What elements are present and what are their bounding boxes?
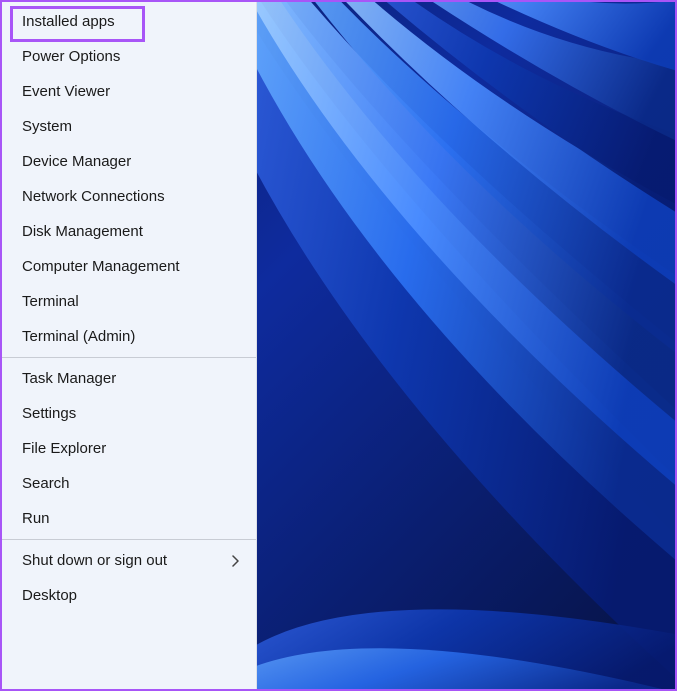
menu-item-label: Settings (22, 405, 76, 422)
menu-item-settings[interactable]: Settings (2, 396, 256, 431)
menu-item-label: Terminal (22, 293, 79, 310)
menu-item-installed-apps[interactable]: Installed apps (2, 4, 256, 39)
menu-item-task-manager[interactable]: Task Manager (2, 361, 256, 396)
menu-item-label: Device Manager (22, 153, 131, 170)
menu-item-system[interactable]: System (2, 109, 256, 144)
menu-item-power-options[interactable]: Power Options (2, 39, 256, 74)
menu-item-label: Network Connections (22, 188, 165, 205)
menu-item-label: Computer Management (22, 258, 180, 275)
chevron-right-icon (232, 555, 240, 567)
menu-separator (2, 539, 256, 540)
winx-context-menu: Installed apps Power Options Event Viewe… (2, 2, 257, 689)
menu-item-file-explorer[interactable]: File Explorer (2, 431, 256, 466)
menu-item-label: Power Options (22, 48, 120, 65)
menu-item-run[interactable]: Run (2, 501, 256, 536)
menu-item-terminal[interactable]: Terminal (2, 284, 256, 319)
menu-separator (2, 357, 256, 358)
menu-item-event-viewer[interactable]: Event Viewer (2, 74, 256, 109)
menu-item-desktop[interactable]: Desktop (2, 578, 256, 613)
menu-item-label: System (22, 118, 72, 135)
menu-item-shut-down-sign-out[interactable]: Shut down or sign out (2, 543, 256, 578)
menu-item-label: Disk Management (22, 223, 143, 240)
menu-item-disk-management[interactable]: Disk Management (2, 214, 256, 249)
menu-item-label: File Explorer (22, 440, 106, 457)
menu-item-label: Event Viewer (22, 83, 110, 100)
menu-item-label: Search (22, 475, 70, 492)
menu-item-label: Shut down or sign out (22, 552, 167, 569)
menu-item-terminal-admin[interactable]: Terminal (Admin) (2, 319, 256, 354)
menu-item-network-connections[interactable]: Network Connections (2, 179, 256, 214)
menu-item-device-manager[interactable]: Device Manager (2, 144, 256, 179)
menu-item-label: Terminal (Admin) (22, 328, 135, 345)
menu-item-label: Run (22, 510, 50, 527)
menu-item-computer-management[interactable]: Computer Management (2, 249, 256, 284)
menu-item-label: Task Manager (22, 370, 116, 387)
menu-item-label: Installed apps (22, 13, 115, 30)
menu-item-label: Desktop (22, 587, 77, 604)
menu-item-search[interactable]: Search (2, 466, 256, 501)
